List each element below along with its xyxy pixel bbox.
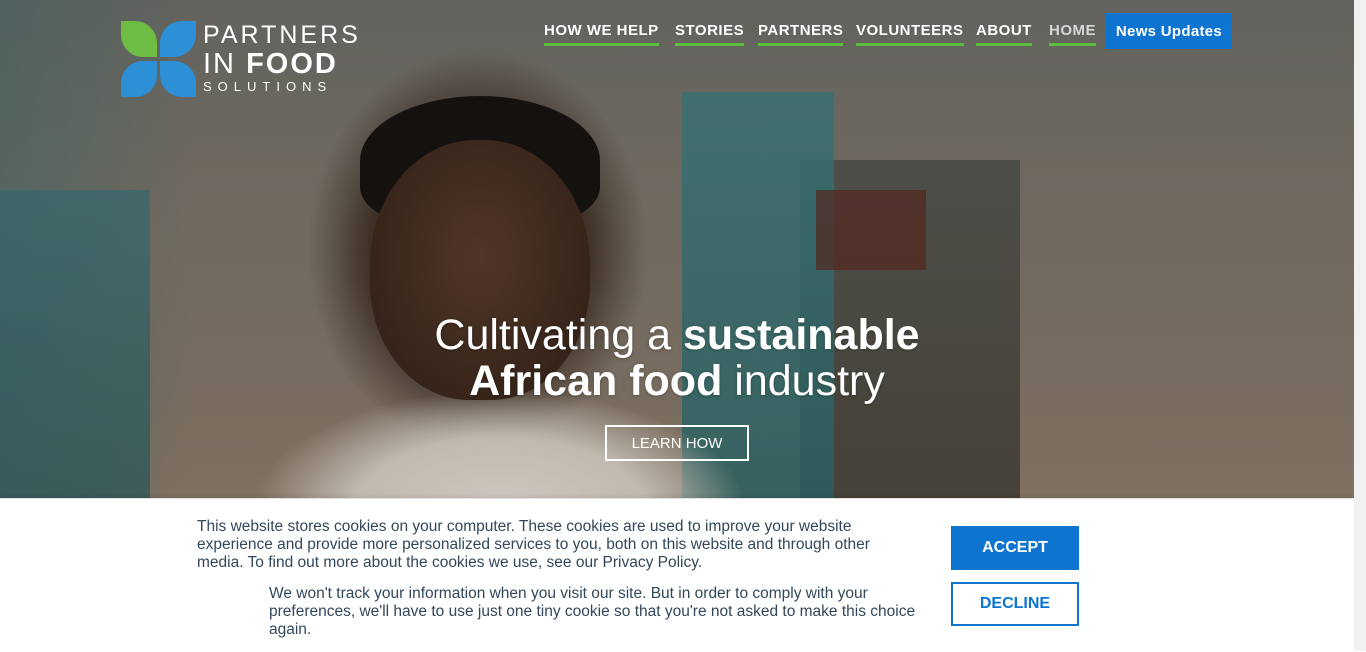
logo-leaf-blue [121, 61, 157, 97]
logo-leaf-blue [160, 21, 196, 57]
nav-item-label: VOLUNTEERS [856, 22, 964, 46]
headline-part1: Cultivating a [434, 311, 683, 359]
nav-item-partners[interactable]: PARTNERS [758, 22, 844, 46]
cookie-text-primary: This website stores cookies on your comp… [197, 518, 870, 571]
logo-mark-icon [121, 21, 196, 97]
cookie-text-secondary: We won't track your information when you… [269, 585, 916, 638]
nav-item-label: HOW WE HELP [544, 22, 659, 46]
logo-leaf-blue [160, 61, 196, 97]
nav-item-about[interactable]: ABOUT [976, 22, 1032, 46]
nav-item-label: HOME [1049, 22, 1096, 46]
logo-wordmark: PARTNERS IN FOOD SOLUTIONS [203, 21, 361, 95]
hero-headline: Cultivating a sustainable African food i… [377, 312, 977, 404]
nav-item-label: PARTNERS [758, 22, 844, 46]
accept-cookies-button[interactable]: ACCEPT [951, 526, 1079, 570]
news-updates-button[interactable]: News Updates [1106, 13, 1232, 49]
headline-part2: industry [722, 357, 885, 405]
logo-line2-bold: FOOD [246, 48, 338, 80]
learn-how-button[interactable]: LEARN HOW [605, 425, 749, 461]
nav-item-home[interactable]: HOME [1049, 22, 1096, 46]
nav-item-how-we-help[interactable]: HOW WE HELP [544, 22, 659, 46]
logo-line2-light: IN [203, 48, 247, 80]
headline-bold1: sustainable [682, 311, 920, 359]
logo-line1: PARTNERS [203, 21, 361, 49]
nav-item-stories[interactable]: STORIES [675, 22, 745, 46]
decline-cookies-button[interactable]: DECLINE [951, 582, 1079, 626]
nav-item-label: ABOUT [976, 22, 1032, 46]
logo-line2: IN FOOD [203, 49, 361, 79]
site-logo[interactable]: PARTNERS IN FOOD SOLUTIONS [121, 21, 361, 99]
cookie-banner: This website stores cookies on your comp… [0, 498, 1354, 652]
headline-bold2: African food [469, 357, 723, 405]
nav-item-volunteers[interactable]: VOLUNTEERS [856, 22, 964, 46]
logo-leaf-green [121, 21, 157, 57]
nav-item-label: STORIES [675, 22, 745, 46]
page-scrollbar[interactable] [1354, 0, 1366, 651]
logo-line3: SOLUTIONS [203, 79, 333, 94]
